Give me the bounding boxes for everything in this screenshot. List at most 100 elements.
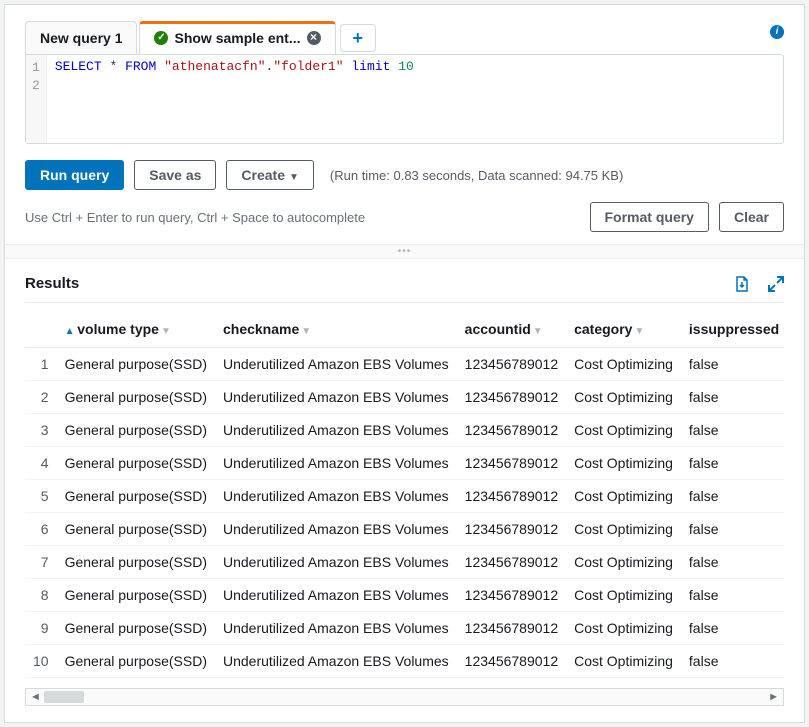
info-icon[interactable]: i	[770, 25, 784, 39]
cell-issuppressed: false	[681, 612, 784, 645]
close-icon[interactable]: ×	[307, 31, 321, 45]
cell-category: Cost Optimizing	[566, 381, 681, 414]
column-label: category	[574, 321, 632, 337]
cell-issuppressed: false	[681, 546, 784, 579]
scroll-thumb[interactable]	[44, 691, 84, 703]
sort-icon: ▼	[301, 326, 311, 337]
sort-icon: ▼	[533, 326, 543, 337]
tab-new-query-1[interactable]: New query 1	[25, 21, 137, 54]
sort-asc-icon: ▲	[65, 326, 78, 337]
cell-checkname: Underutilized Amazon EBS Volumes	[215, 612, 457, 645]
cell-accountid: 123456789012	[457, 546, 566, 579]
keyword-select: SELECT	[55, 59, 102, 74]
cell-category: Cost Optimizing	[566, 612, 681, 645]
cell-accountid: 123456789012	[457, 414, 566, 447]
table-row: 2General purpose(SSD)Underutilized Amazo…	[25, 381, 784, 414]
cell-volume-type: General purpose(SSD)	[57, 645, 215, 678]
scroll-left-icon[interactable]: ◄	[26, 691, 45, 703]
row-number: 8	[25, 579, 57, 612]
add-tab-button[interactable]: +	[340, 24, 377, 52]
clear-button[interactable]: Clear	[719, 202, 784, 232]
cell-accountid: 123456789012	[457, 348, 566, 381]
cell-checkname: Underutilized Amazon EBS Volumes	[215, 414, 457, 447]
token-db: "athenatacfn"	[164, 59, 265, 74]
check-icon: ✓	[154, 31, 168, 45]
table-row: 4General purpose(SSD)Underutilized Amazo…	[25, 447, 784, 480]
tab-show-sample[interactable]: ✓ Show sample ent... ×	[139, 21, 335, 54]
cell-category: Cost Optimizing	[566, 513, 681, 546]
column-header[interactable]: category▼	[566, 311, 681, 348]
resize-handle[interactable]: •••	[5, 244, 804, 258]
cell-volume-type: General purpose(SSD)	[57, 612, 215, 645]
cell-checkname: Underutilized Amazon EBS Volumes	[215, 579, 457, 612]
token-star: *	[109, 59, 117, 74]
row-number: 6	[25, 513, 57, 546]
cell-volume-type: General purpose(SSD)	[57, 579, 215, 612]
cell-checkname: Underutilized Amazon EBS Volumes	[215, 348, 457, 381]
table-row: 3General purpose(SSD)Underutilized Amazo…	[25, 414, 784, 447]
create-button[interactable]: Create ▼	[226, 160, 314, 190]
expand-icon[interactable]	[768, 276, 784, 292]
tab-label: New query 1	[40, 30, 122, 46]
column-header[interactable]: issuppressed▼	[681, 311, 784, 348]
row-number: 9	[25, 612, 57, 645]
keyboard-hint: Use Ctrl + Enter to run query, Ctrl + Sp…	[25, 210, 365, 225]
cell-checkname: Underutilized Amazon EBS Volumes	[215, 546, 457, 579]
create-label: Create	[241, 167, 285, 183]
cell-volume-type: General purpose(SSD)	[57, 381, 215, 414]
table-row: 8General purpose(SSD)Underutilized Amazo…	[25, 579, 784, 612]
column-header[interactable]: ▲ volume type▼	[57, 311, 215, 348]
cell-accountid: 123456789012	[457, 480, 566, 513]
query-tabs: New query 1 ✓ Show sample ent... × +	[25, 21, 784, 54]
cell-accountid: 123456789012	[457, 645, 566, 678]
line-gutter: 1 2	[26, 55, 47, 143]
cell-volume-type: General purpose(SSD)	[57, 480, 215, 513]
column-label: issuppressed	[689, 321, 779, 337]
keyword-from: FROM	[125, 59, 156, 74]
horizontal-scrollbar[interactable]: ◄ ►	[25, 688, 784, 706]
cell-checkname: Underutilized Amazon EBS Volumes	[215, 645, 457, 678]
cell-accountid: 123456789012	[457, 579, 566, 612]
column-header[interactable]: checkname▼	[215, 311, 457, 348]
token-table: "folder1"	[273, 59, 343, 74]
column-header	[25, 311, 57, 348]
column-header[interactable]: accountid▼	[457, 311, 566, 348]
cell-category: Cost Optimizing	[566, 645, 681, 678]
token-limitnum: 10	[398, 59, 414, 74]
chevron-down-icon: ▼	[289, 172, 299, 183]
cell-checkname: Underutilized Amazon EBS Volumes	[215, 447, 457, 480]
table-row: 5General purpose(SSD)Underutilized Amazo…	[25, 480, 784, 513]
code-area[interactable]: SELECT * FROM "athenatacfn"."folder1" li…	[47, 55, 783, 143]
row-number: 7	[25, 546, 57, 579]
cell-volume-type: General purpose(SSD)	[57, 414, 215, 447]
sort-icon: ▼	[161, 326, 171, 337]
cell-issuppressed: false	[681, 348, 784, 381]
cell-issuppressed: false	[681, 513, 784, 546]
cell-category: Cost Optimizing	[566, 480, 681, 513]
column-label: accountid	[465, 321, 531, 337]
cell-volume-type: General purpose(SSD)	[57, 513, 215, 546]
cell-checkname: Underutilized Amazon EBS Volumes	[215, 480, 457, 513]
tab-label: Show sample ent...	[174, 30, 300, 46]
cell-issuppressed: false	[681, 480, 784, 513]
sql-editor[interactable]: 1 2 SELECT * FROM "athenatacfn"."folder1…	[25, 54, 784, 144]
cell-category: Cost Optimizing	[566, 447, 681, 480]
row-number: 4	[25, 447, 57, 480]
cell-accountid: 123456789012	[457, 447, 566, 480]
sort-icon: ▼	[634, 326, 644, 337]
line-number: 1	[32, 59, 40, 77]
cell-volume-type: General purpose(SSD)	[57, 546, 215, 579]
download-icon[interactable]	[734, 276, 750, 292]
line-number: 2	[32, 77, 40, 95]
run-query-button[interactable]: Run query	[25, 160, 124, 190]
cell-checkname: Underutilized Amazon EBS Volumes	[215, 513, 457, 546]
format-query-button[interactable]: Format query	[590, 202, 709, 232]
save-as-button[interactable]: Save as	[134, 160, 216, 190]
scroll-right-icon[interactable]: ►	[764, 691, 783, 703]
column-label: checkname	[223, 321, 299, 337]
table-row: 10General purpose(SSD)Underutilized Amaz…	[25, 645, 784, 678]
row-number: 3	[25, 414, 57, 447]
cell-category: Cost Optimizing	[566, 414, 681, 447]
sort-icon: ▼	[781, 326, 784, 337]
cell-issuppressed: false	[681, 414, 784, 447]
